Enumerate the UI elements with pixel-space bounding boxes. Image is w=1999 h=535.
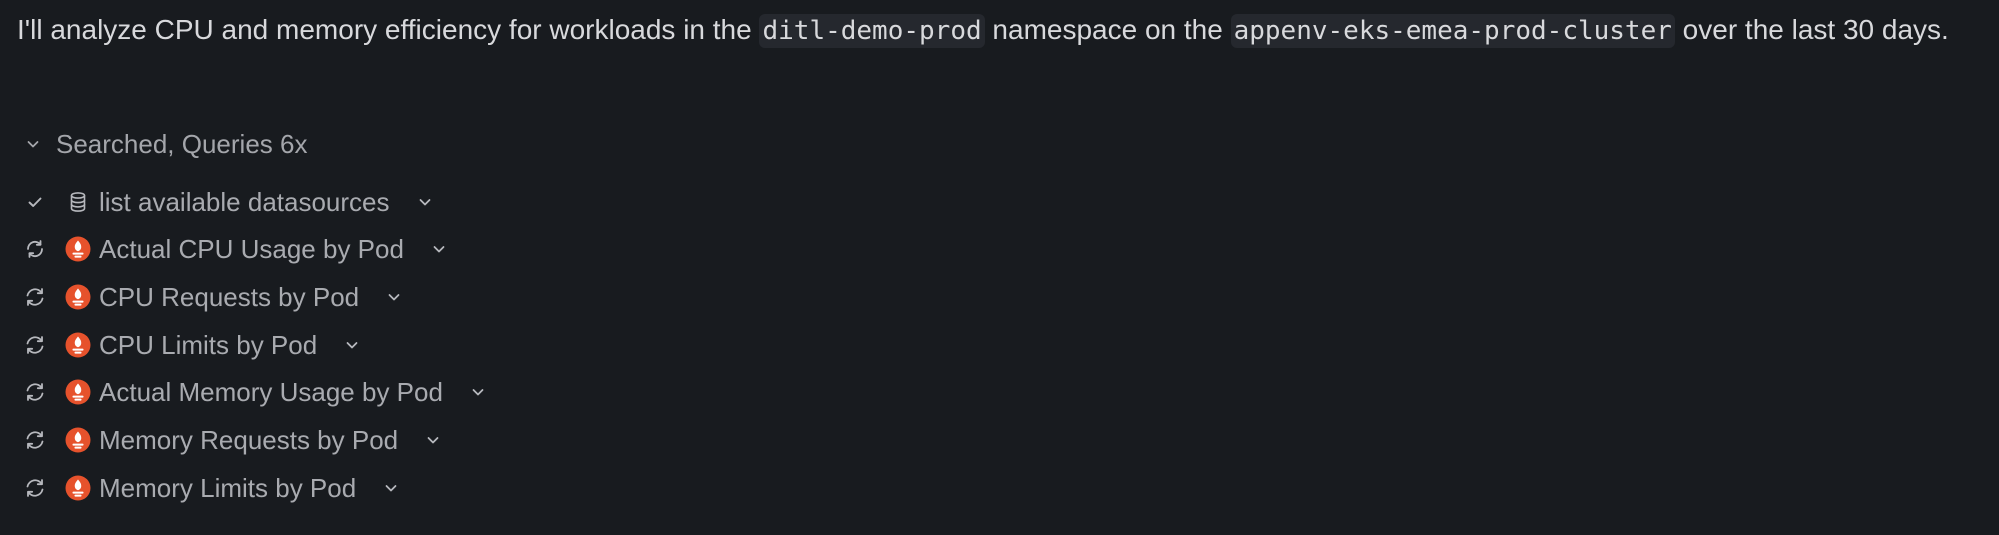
chevron-down-icon[interactable] <box>414 191 436 213</box>
query-row-memory-limits[interactable]: Memory Limits by Pod <box>20 468 402 508</box>
query-label: list available datasources <box>99 186 390 217</box>
query-row-memory-requests[interactable]: Memory Requests by Pod <box>20 420 444 460</box>
chevron-down-icon[interactable] <box>428 238 450 260</box>
message-text-1: I'll analyze CPU and memory efficiency f… <box>17 14 760 45</box>
prometheus-icon <box>65 475 91 501</box>
query-label: Memory Limits by Pod <box>99 472 357 503</box>
query-row-actual-memory-usage[interactable]: Actual Memory Usage by Pod <box>20 372 489 412</box>
message-text-2: namespace on the <box>984 14 1231 45</box>
query-label: Actual CPU Usage by Pod <box>99 233 404 264</box>
chevron-down-icon[interactable] <box>422 429 444 451</box>
assistant-message: I'll analyze CPU and memory efficiency f… <box>17 6 1977 55</box>
message-text-3: over the last 30 days. <box>1674 14 1949 45</box>
namespace-code: ditl-demo-prod <box>759 14 985 48</box>
check-icon <box>20 187 50 217</box>
searched-summary-label: Searched, Queries 6x <box>56 128 308 159</box>
refresh-icon <box>20 282 50 312</box>
query-row-list-datasources[interactable]: list available datasources <box>20 182 436 222</box>
query-row-cpu-limits[interactable]: CPU Limits by Pod <box>20 325 363 365</box>
chevron-down-icon[interactable] <box>383 286 405 308</box>
chevron-down-icon[interactable] <box>380 477 402 499</box>
loading-spinner-icon <box>20 234 50 264</box>
chevron-down-icon[interactable] <box>467 381 489 403</box>
cluster-code: appenv-eks-emea-prod-cluster <box>1230 14 1675 48</box>
refresh-icon <box>20 473 50 503</box>
prometheus-icon <box>65 236 91 262</box>
chevron-down-icon[interactable] <box>341 334 363 356</box>
query-label: CPU Requests by Pod <box>99 281 360 312</box>
chevron-down-icon <box>20 131 46 157</box>
searched-summary-toggle[interactable]: Searched, Queries 6x <box>20 124 307 164</box>
refresh-icon <box>20 330 50 360</box>
refresh-icon <box>20 377 50 407</box>
refresh-icon <box>20 425 50 455</box>
database-icon <box>65 189 91 215</box>
query-row-cpu-requests[interactable]: CPU Requests by Pod <box>20 277 405 317</box>
prometheus-icon <box>65 379 91 405</box>
query-row-actual-cpu-usage[interactable]: Actual CPU Usage by Pod <box>20 229 450 269</box>
prometheus-icon <box>65 284 91 310</box>
query-label: Memory Requests by Pod <box>99 424 399 455</box>
query-label: CPU Limits by Pod <box>99 329 318 360</box>
prometheus-icon <box>65 427 91 453</box>
query-label: Actual Memory Usage by Pod <box>99 376 443 407</box>
prometheus-icon <box>65 332 91 358</box>
